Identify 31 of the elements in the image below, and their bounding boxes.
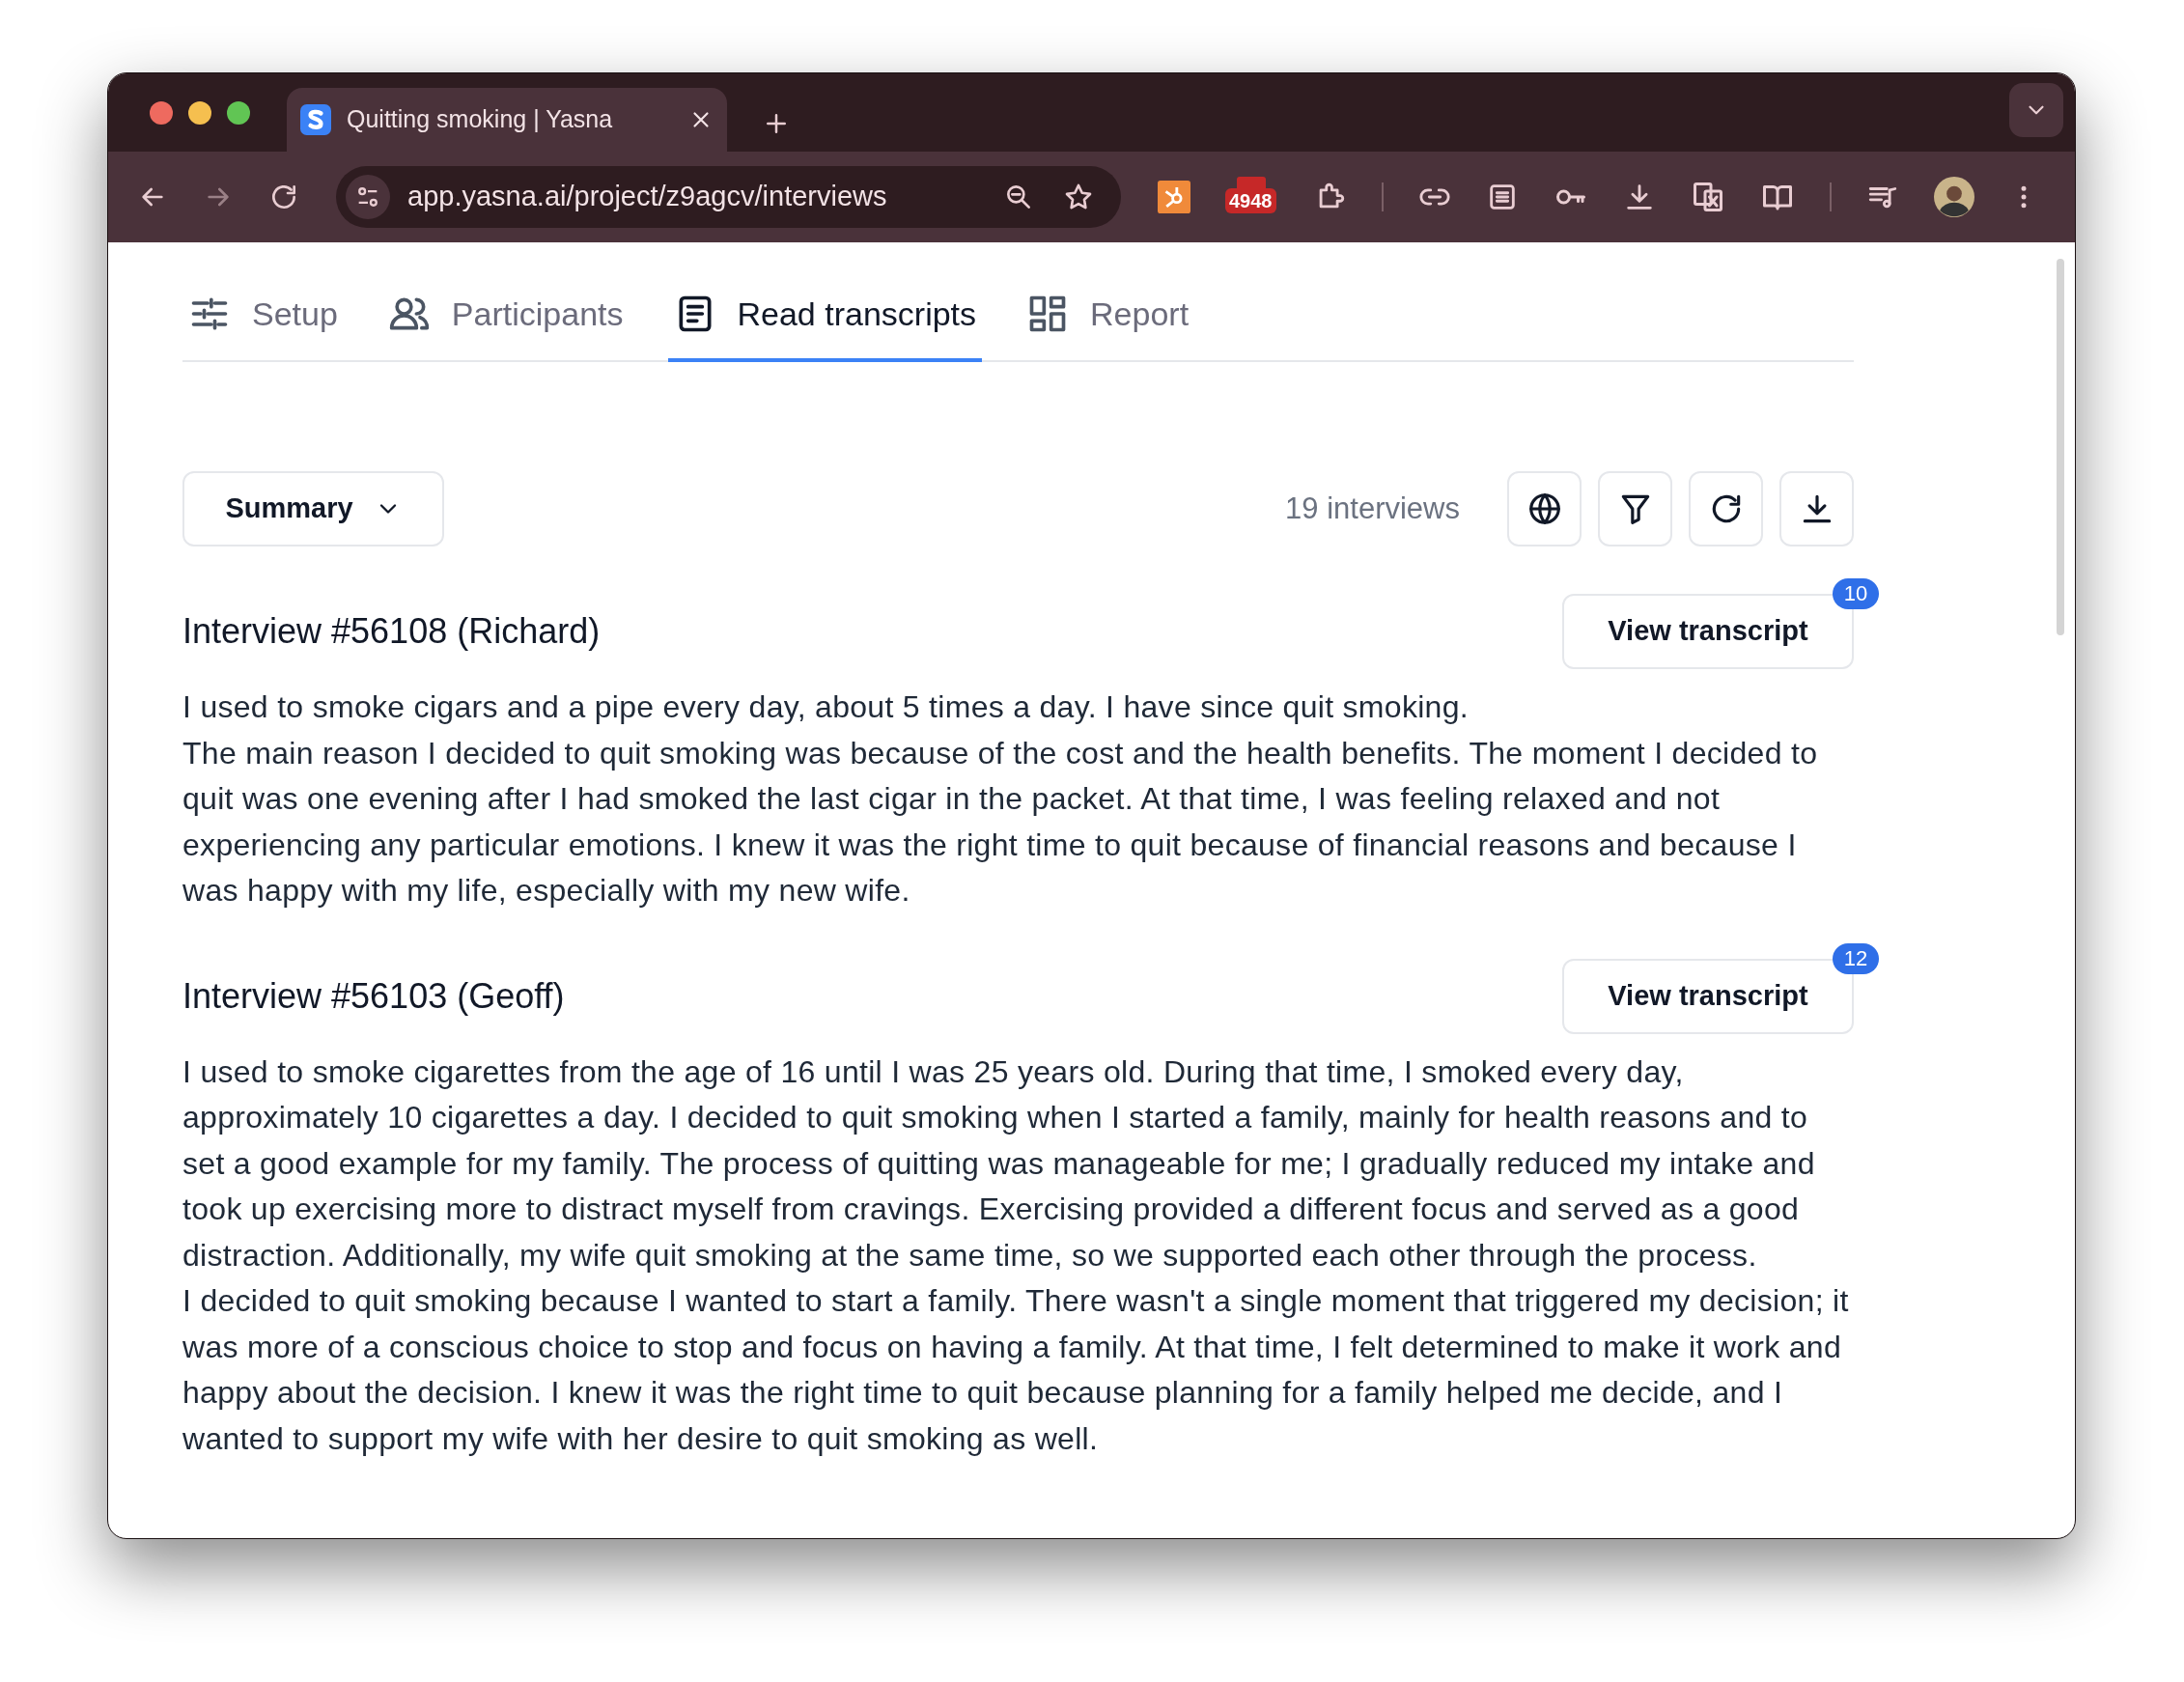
interview-title: Interview #56108 (Richard) (182, 610, 602, 653)
download-button[interactable] (1779, 471, 1854, 547)
address-bar[interactable]: app.yasna.ai/project/z9agcv/interviews (336, 166, 1121, 228)
maximize-window-icon[interactable] (227, 101, 250, 125)
url-text: app.yasna.ai/project/z9agcv/interviews (407, 180, 888, 214)
notification-badge: 4948 (1225, 188, 1276, 213)
count-badge: 12 (1833, 942, 1879, 974)
summary-paragraph: I decided to quit smoking because I wanted to start a family. There wasn't a single moment that triggered my decision; it was more of a conscious choice to stop and focus on having a family. At that time, I felt determined to make it work and happy about the decision. I knew it was the right time to quit because planning for a family helped me decide, and I wanted to support my wife with her desire to quit smoking as well. (182, 1282, 1850, 1458)
language-button[interactable] (1507, 471, 1582, 547)
interview-title: Interview #56103 (Geoff) (182, 974, 566, 1018)
browser-tab[interactable]: Quitting smoking | Yasna (287, 88, 727, 152)
summary-paragraph: The main reason I decided to quit smoking was because of the cost and the health benefits. The moment I decided to quit was one evening after I had smoked the last cigar in the packet. At that time, I was feeling relaxed and not experiencing any particular emotions. I knew it was the right time to quit because of financial reasons and because I was happy with my life, especially with my new wife. (182, 734, 1819, 910)
count-badge: 10 (1833, 578, 1879, 609)
scrollbar-thumb[interactable] (2057, 259, 2064, 635)
refresh-button[interactable] (1689, 471, 1763, 547)
interview-count: 19 interviews (1285, 490, 1460, 527)
site-settings-icon[interactable] (346, 175, 390, 219)
nav-tab[interactable]: Participants (381, 269, 630, 362)
view-dropdown[interactable]: Summary (182, 471, 444, 547)
minimize-window-icon[interactable] (188, 101, 211, 125)
translate-icon[interactable] (1691, 180, 1725, 214)
nav-tab[interactable]: Setup (182, 269, 344, 362)
filter-button[interactable] (1598, 471, 1672, 547)
summary-paragraph: I used to smoke cigars and a pipe every day, about 5 times a day. I have since quit smoking. (182, 688, 1470, 726)
close-window-icon[interactable] (150, 101, 173, 125)
app-logo-icon (300, 104, 331, 135)
profile-avatar[interactable] (1934, 177, 1974, 217)
nav-tab[interactable]: Report (1021, 269, 1195, 362)
tab-title: Quitting smoking | Yasna (347, 104, 614, 135)
summary-paragraph: I used to smoke cigarettes from the age of 16 until I was 25 years old. During that time, I smoked every day, approximately 10 cigarettes a day. I decided to quit smoking when I started a family, mainly for health reasons and to set a good example for my family. The process of quitting was manageable for me; I gradually reduced my intake and took up exercising more to distract myself from cravings. Exercising provided a different focus and served as a good distraction. Additionally, my wife quit smoking at the same time, so we supported each other through the process. (182, 1052, 1816, 1275)
nav-tab[interactable]: Read transcripts (667, 269, 983, 362)
